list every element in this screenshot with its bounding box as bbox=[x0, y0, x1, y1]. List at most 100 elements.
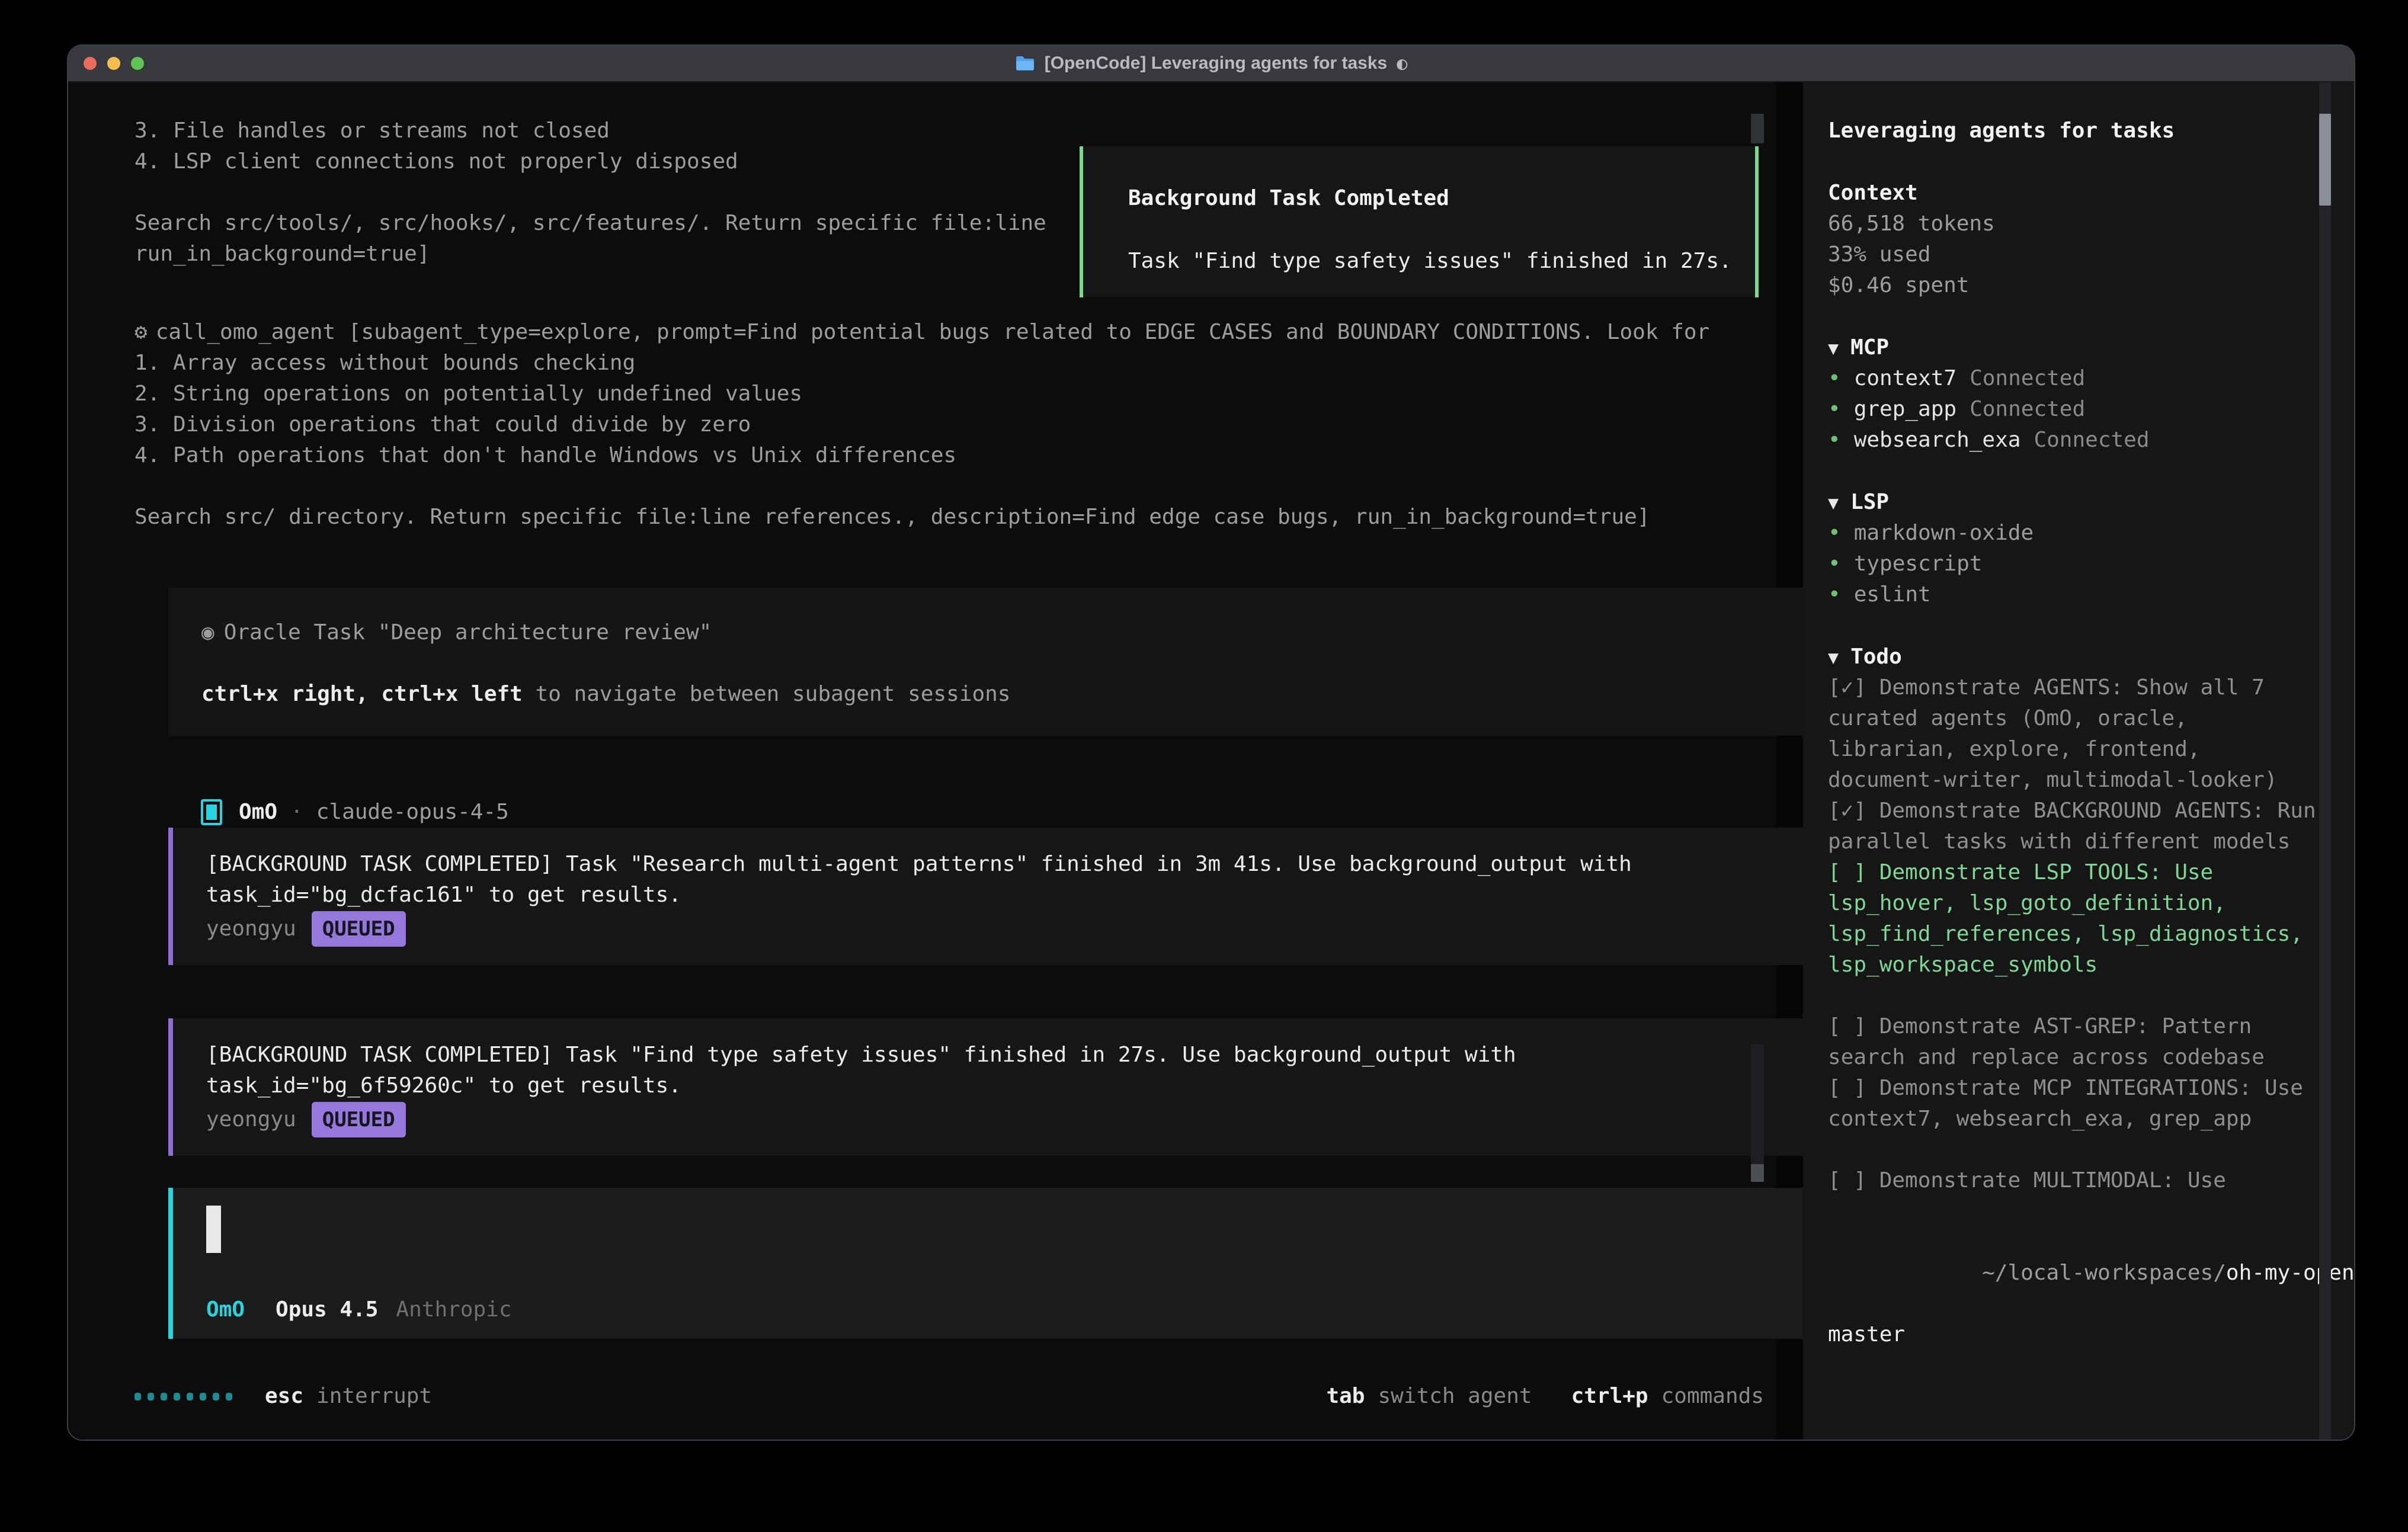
terminal-line: 3. Division operations that could divide… bbox=[135, 409, 1776, 440]
sidebar-scrollbar-track[interactable] bbox=[2319, 82, 2331, 1440]
chevron-down-icon: ▼ bbox=[1828, 338, 1839, 359]
todo-checkbox: [ ] bbox=[1828, 1014, 1879, 1039]
mcp-server-name: context7 bbox=[1854, 366, 1956, 390]
task-message-line1: [BACKGROUND TASK COMPLETED] Task "Resear… bbox=[206, 849, 1805, 880]
input-provider-name: Anthropic bbox=[396, 1294, 511, 1325]
status-dot-icon: • bbox=[1828, 397, 1841, 421]
background-task-card[interactable]: [BACKGROUND TASK COMPLETED] Task "Resear… bbox=[168, 828, 1805, 965]
status-dot-icon: • bbox=[1828, 552, 1841, 576]
mcp-server-status: Connected bbox=[1970, 366, 2085, 390]
mcp-item: •grep_appConnected bbox=[1828, 394, 2321, 425]
spinner-dot bbox=[135, 1393, 141, 1400]
lsp-list: • markdown-oxide • typescript • eslint bbox=[1828, 518, 2321, 610]
mcp-server-name: grep_app bbox=[1854, 397, 1956, 421]
status-dot-icon: • bbox=[1828, 428, 1841, 452]
oracle-task-card[interactable]: ◉Oracle Task "Deep architecture review" … bbox=[168, 588, 1815, 736]
terminal-line: 2. String operations on potentially unde… bbox=[135, 379, 1776, 409]
mcp-list: • context7 Connected • grep_app Connected • w… bbox=[1828, 363, 2321, 456]
gear-icon: ⚙ bbox=[135, 320, 148, 344]
status-dot-icon: • bbox=[1828, 582, 1841, 607]
lsp-server-name: markdown-oxide bbox=[1854, 521, 2034, 545]
tab-key-hint: tab bbox=[1326, 1381, 1365, 1412]
mcp-heading-label: MCP bbox=[1850, 335, 1889, 360]
esc-key-label: interrupt bbox=[316, 1381, 432, 1412]
sidebar-scrollbar-thumb[interactable] bbox=[2319, 114, 2331, 206]
zoom-button[interactable] bbox=[131, 57, 144, 70]
omo-agent-icon bbox=[201, 799, 222, 825]
todo-checkbox: [ ] bbox=[1828, 1076, 1879, 1100]
lsp-heading[interactable]: ▼LSP bbox=[1828, 487, 2321, 518]
hint-keys: ctrl+x right, ctrl+x left bbox=[201, 682, 523, 706]
main-scrollbar-track[interactable] bbox=[1751, 1044, 1764, 1182]
task-message-line2: task_id="bg_dcfac161" to get results. bbox=[206, 880, 1805, 911]
todo-section: ▼Todo [✓] Demonstrate AGENTS: Show all 7… bbox=[1828, 642, 2321, 1196]
task-status-badge: QUEUED bbox=[312, 1102, 406, 1137]
context-stat-line: 33% used bbox=[1828, 239, 2321, 270]
agent-model: claude-opus-4-5 bbox=[316, 797, 509, 828]
mcp-item: • websearch_exa Connected bbox=[1828, 425, 2321, 456]
input-model-name: Opus 4.5 bbox=[276, 1294, 378, 1325]
todo-item: [ ] Demonstrate LSP TOOLS: Use lsp_hover… bbox=[1828, 857, 2321, 980]
workspace-path-project: oh-my-opencode: bbox=[2226, 1261, 2355, 1285]
task-user: yeongyu bbox=[206, 1104, 296, 1135]
context-stat-line: 66,518 tokens bbox=[1828, 209, 2321, 239]
todo-item: [✓] Demonstrate AGENTS: Show all 7 curat… bbox=[1828, 672, 2321, 796]
background-task-card[interactable]: [BACKGROUND TASK COMPLETED] Task "Find t… bbox=[168, 1018, 1805, 1156]
tool-call-block: ⚙ call_omo_agent [subagent_type=explore, … bbox=[135, 317, 1776, 533]
spinner-dot bbox=[174, 1393, 180, 1400]
todo-list: [✓] Demonstrate AGENTS: Show all 7 curat… bbox=[1828, 672, 2321, 1196]
todo-text: Demonstrate BACKGROUND AGENTS: Run paral… bbox=[1828, 799, 2329, 854]
tool-call-header: ⚙ call_omo_agent [subagent_type=explore, … bbox=[135, 317, 1776, 348]
prompt-input[interactable]: OmO Opus 4.5 Anthropic bbox=[168, 1188, 1830, 1339]
todo-text: Demonstrate AST-GREP: Pattern search and… bbox=[1828, 1014, 2265, 1069]
tool-call-text: call_omo_agent [subagent_type=explore, p… bbox=[156, 320, 1710, 344]
input-agent-name: OmO bbox=[206, 1294, 245, 1325]
todo-text: Demonstrate LSP TOOLS: Use lsp_hover, ls… bbox=[1828, 860, 2329, 977]
todo-checkbox: [ ] bbox=[1828, 1168, 1879, 1193]
mcp-server-status: Connected bbox=[2034, 428, 2149, 452]
todo-checkbox: [✓] bbox=[1828, 675, 1879, 700]
context-heading: Context bbox=[1828, 178, 2321, 209]
lsp-item: • markdown-oxide bbox=[1828, 518, 2321, 549]
terminal-line: Search src/ directory. Return specific f… bbox=[135, 502, 1776, 533]
todo-checkbox: [ ] bbox=[1828, 860, 1879, 884]
mcp-section: ▼ MCP • context7 Connected • grep_app Connect… bbox=[1828, 332, 2321, 456]
close-button[interactable] bbox=[84, 57, 97, 70]
workspace-path: ~/local-workspaces/oh-my-opencode: maste… bbox=[1828, 1227, 2321, 1412]
workspace-path-prefix: ~/local-workspaces/ bbox=[1982, 1261, 2226, 1285]
lsp-server-name: typescript bbox=[1854, 552, 1983, 576]
git-branch: master bbox=[1828, 1319, 2321, 1350]
main-scrollbar-thumb-top[interactable] bbox=[1751, 114, 1764, 143]
oracle-icon: ◉ bbox=[201, 620, 214, 645]
oracle-task-title-line: ◉Oracle Task "Deep architecture review" bbox=[201, 617, 1815, 648]
spinner-dot bbox=[187, 1393, 193, 1400]
todo-checkbox: [✓] bbox=[1828, 799, 1879, 823]
input-agent-row: OmO Opus 4.5 Anthropic bbox=[206, 1294, 1830, 1325]
task-meta: yeongyu QUEUED bbox=[206, 1101, 1805, 1138]
chevron-down-icon: ▼ bbox=[1828, 648, 1839, 668]
background-task-notification[interactable]: Background Task Completed Task "Find typ… bbox=[1080, 146, 1759, 297]
spinner-dots bbox=[135, 1393, 232, 1400]
context-stats: 66,518 tokens33% used$0.46 spent bbox=[1828, 209, 2321, 301]
main-scrollbar-thumb-bottom[interactable] bbox=[1751, 1164, 1764, 1182]
lsp-heading-label: LSP bbox=[1850, 490, 1889, 514]
terminal-line: 1. Array access without bounds checking bbox=[135, 348, 1776, 379]
minimize-button[interactable] bbox=[107, 57, 120, 70]
opencode-window: [OpenCode] Leveraging agents for tasks ◐… bbox=[67, 44, 2355, 1441]
mcp-heading[interactable]: ▼ MCP bbox=[1828, 332, 2321, 363]
window-title: [OpenCode] Leveraging agents for tasks bbox=[1045, 53, 1387, 73]
lsp-server-name: eslint bbox=[1854, 582, 1931, 607]
ctrlp-key-hint: ctrl+p bbox=[1571, 1381, 1648, 1412]
todo-heading[interactable]: ▼Todo bbox=[1828, 642, 2321, 672]
task-user: yeongyu bbox=[206, 914, 296, 944]
status-left: esc interrupt bbox=[135, 1381, 432, 1412]
context-section: Context 66,518 tokens33% used$0.46 spent bbox=[1828, 178, 2321, 301]
todo-text: Demonstrate MULTIMODAL: Use bbox=[1879, 1168, 2226, 1193]
text-cursor bbox=[206, 1206, 221, 1253]
background-task-list: [BACKGROUND TASK COMPLETED] Task "Resear… bbox=[135, 828, 1776, 1156]
lsp-item: • typescript bbox=[1828, 549, 2321, 579]
hint-text: to navigate between subagent sessions bbox=[523, 682, 1011, 706]
todo-item: [ ] Demonstrate MCP INTEGRATIONS: Use co… bbox=[1828, 1073, 2321, 1134]
mcp-server-name: websearch_exa bbox=[1854, 428, 2021, 452]
status-dot-icon: • bbox=[1828, 521, 1841, 545]
